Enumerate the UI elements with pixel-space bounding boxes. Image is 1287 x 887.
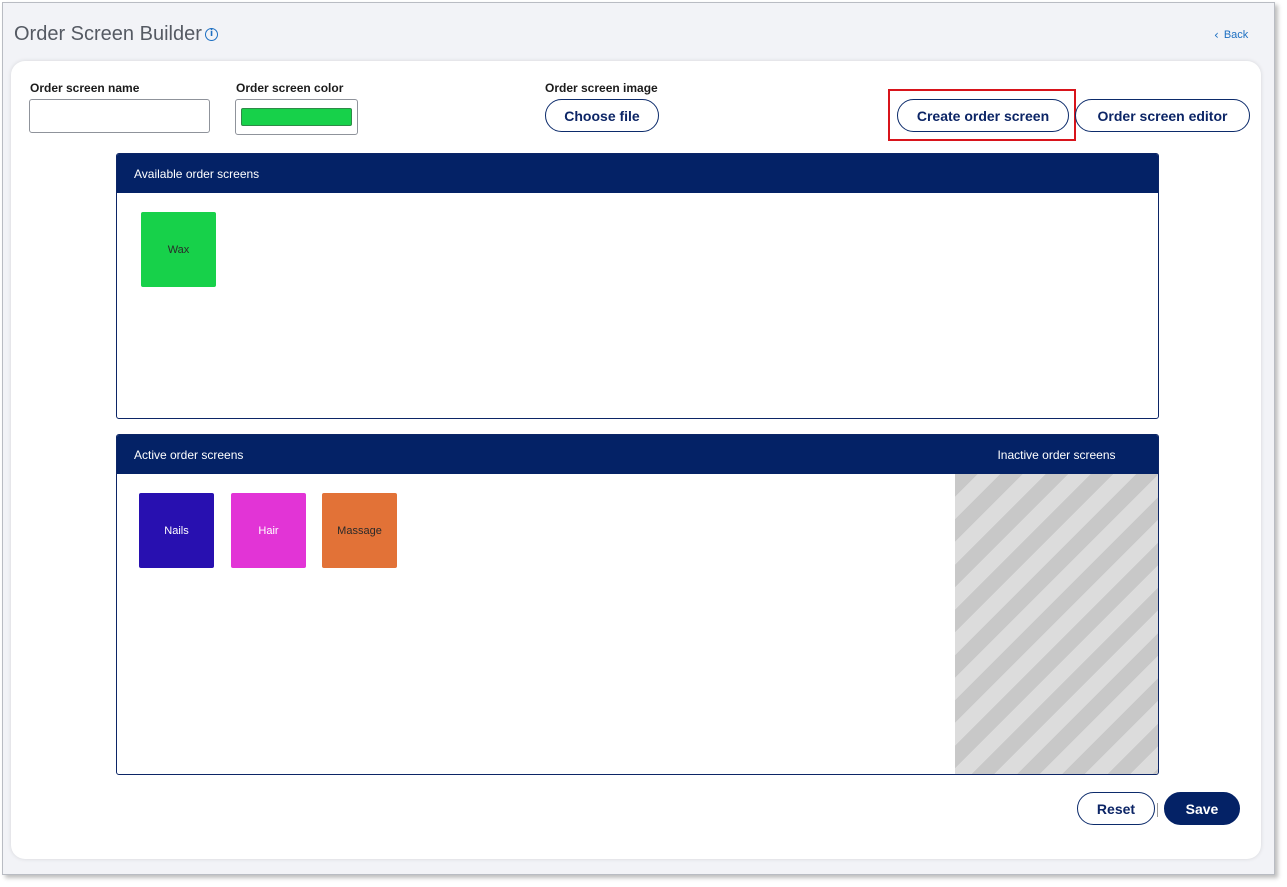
- order-screen-color-input[interactable]: [235, 99, 358, 135]
- inactive-panel-title: Inactive order screens: [997, 447, 1116, 462]
- order-screen-tile-wax[interactable]: Wax: [141, 212, 216, 287]
- info-icon[interactable]: i: [205, 28, 218, 41]
- choose-file-button[interactable]: Choose file: [545, 99, 659, 132]
- builder-card: Order screen name Order screen color Ord…: [11, 61, 1261, 859]
- save-button[interactable]: Save: [1164, 792, 1240, 825]
- image-label: Order screen image: [545, 81, 658, 95]
- back-link[interactable]: ‹ Back: [1214, 28, 1248, 42]
- create-order-screen-button[interactable]: Create order screen: [897, 99, 1069, 132]
- active-panel-title: Active order screens: [134, 447, 244, 462]
- order-screen-tile-hair[interactable]: Hair: [231, 493, 306, 568]
- reset-button[interactable]: Reset: [1077, 792, 1155, 825]
- name-label: Order screen name: [30, 81, 140, 95]
- available-panel-header: Available order screens: [117, 154, 1158, 193]
- app-window: Order Screen Builder i ‹ Back Order scre…: [2, 2, 1275, 875]
- order-screen-tile-nails[interactable]: Nails: [139, 493, 214, 568]
- color-label: Order screen color: [236, 81, 344, 95]
- tile-label: Wax: [167, 243, 190, 256]
- tile-label: Massage: [337, 524, 382, 537]
- button-divider: [1157, 803, 1158, 817]
- active-order-screens-panel: Active order screens Inactive order scre…: [116, 434, 1159, 775]
- inactive-drop-zone[interactable]: [955, 474, 1158, 774]
- color-swatch: [241, 108, 352, 126]
- order-screen-name-input[interactable]: [29, 99, 210, 133]
- back-label: Back: [1223, 29, 1249, 41]
- tile-label: Hair: [258, 524, 279, 537]
- available-order-screens-panel: Available order screens Wax: [116, 153, 1159, 419]
- order-screen-editor-button[interactable]: Order screen editor: [1075, 99, 1250, 132]
- active-panel-header: Active order screens Inactive order scre…: [117, 435, 1158, 474]
- available-panel-title: Available order screens: [134, 166, 260, 181]
- page-title: Order Screen Builder: [14, 23, 202, 45]
- order-screen-tile-massage[interactable]: Massage: [322, 493, 397, 568]
- chevron-left-icon: ‹: [1214, 28, 1219, 42]
- tile-label: Nails: [164, 524, 189, 537]
